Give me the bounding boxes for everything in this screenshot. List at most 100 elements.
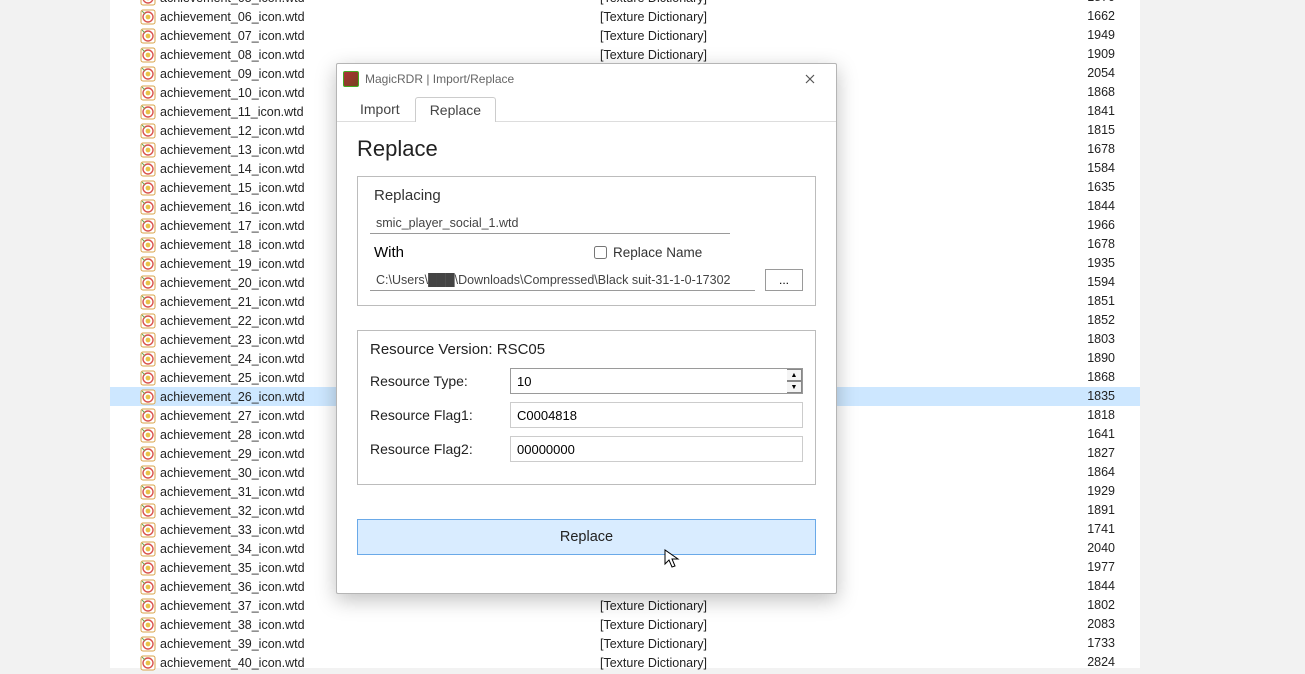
file-size: 1662 (1035, 7, 1115, 26)
table-row[interactable]: achievement_40_icon.wtd[Texture Dictiona… (110, 653, 1140, 672)
table-row[interactable]: achievement_39_icon.wtd[Texture Dictiona… (110, 634, 1140, 653)
file-icon (140, 598, 156, 614)
file-icon (140, 427, 156, 443)
file-size: 1741 (1035, 520, 1115, 539)
file-size: 1594 (1035, 273, 1115, 292)
file-size: 1851 (1035, 292, 1115, 311)
app-icon (343, 71, 359, 87)
file-size: 1852 (1035, 311, 1115, 330)
file-size: 1818 (1035, 406, 1115, 425)
file-size: 2040 (1035, 539, 1115, 558)
file-icon (140, 313, 156, 329)
file-icon (140, 161, 156, 177)
file-size: 1815 (1035, 121, 1115, 140)
file-name: achievement_37_icon.wtd (160, 599, 600, 613)
file-size: 1802 (1035, 596, 1115, 615)
file-name: achievement_07_icon.wtd (160, 29, 600, 43)
path-field[interactable] (370, 269, 755, 291)
file-icon (140, 85, 156, 101)
replacing-label: Replacing (370, 187, 803, 204)
file-icon (140, 123, 156, 139)
file-icon (140, 104, 156, 120)
file-icon (140, 522, 156, 538)
file-icon (140, 370, 156, 386)
dialog-content: Replace Replacing With Replace Name ... … (337, 122, 836, 569)
file-icon (140, 446, 156, 462)
table-row[interactable]: achievement_08_icon.wtd[Texture Dictiona… (110, 45, 1140, 64)
table-row[interactable]: achievement_06_icon.wtd[Texture Dictiona… (110, 7, 1140, 26)
file-size: 1827 (1035, 444, 1115, 463)
table-row[interactable]: achievement_07_icon.wtd[Texture Dictiona… (110, 26, 1140, 45)
flag2-input[interactable] (510, 436, 803, 462)
dialog-titlebar[interactable]: MagicRDR | Import/Replace (337, 64, 836, 94)
file-icon (140, 636, 156, 652)
file-icon (140, 389, 156, 405)
resource-type-label: Resource Type: (370, 373, 510, 389)
file-name: achievement_05_icon.wtd (160, 0, 600, 5)
file-icon (140, 465, 156, 481)
file-icon (140, 351, 156, 367)
file-icon (140, 142, 156, 158)
file-size: 1844 (1035, 197, 1115, 216)
file-size: 1870 (1035, 0, 1115, 7)
replacing-field[interactable] (370, 212, 730, 234)
file-size: 2824 (1035, 653, 1115, 672)
dialog-title: MagicRDR | Import/Replace (365, 72, 790, 86)
file-icon (140, 541, 156, 557)
file-name: achievement_39_icon.wtd (160, 637, 600, 651)
replace-name-checkbox[interactable]: Replace Name (594, 245, 702, 260)
file-icon (140, 484, 156, 500)
file-icon (140, 560, 156, 576)
replace-name-input[interactable] (594, 246, 607, 259)
file-name: achievement_40_icon.wtd (160, 656, 600, 670)
file-size: 1733 (1035, 634, 1115, 653)
file-name: achievement_38_icon.wtd (160, 618, 600, 632)
file-icon (140, 503, 156, 519)
file-size: 1841 (1035, 102, 1115, 121)
resource-type-input[interactable] (510, 368, 803, 394)
file-icon (140, 0, 156, 6)
file-icon (140, 332, 156, 348)
file-icon (140, 9, 156, 25)
section-heading: Replace (357, 136, 816, 162)
table-row[interactable]: achievement_37_icon.wtd[Texture Dictiona… (110, 596, 1140, 615)
file-size: 1966 (1035, 216, 1115, 235)
flag1-input[interactable] (510, 402, 803, 428)
resource-version-title: Resource Version: RSC05 (370, 341, 803, 358)
file-size: 1929 (1035, 482, 1115, 501)
file-icon (140, 218, 156, 234)
tab-replace[interactable]: Replace (415, 97, 496, 122)
resource-type-stepper[interactable]: ▲ ▼ (510, 368, 803, 394)
table-row[interactable]: achievement_05_icon.wtd[Texture Dictiona… (110, 0, 1140, 7)
file-name: achievement_06_icon.wtd (160, 10, 600, 24)
close-button[interactable] (790, 65, 830, 93)
replacing-group: Replacing With Replace Name ... (357, 176, 816, 306)
size-column: 1870166219491909205418681841181516781584… (1035, 0, 1115, 672)
file-icon (140, 47, 156, 63)
spin-up-icon[interactable]: ▲ (787, 369, 802, 381)
file-size: 1803 (1035, 330, 1115, 349)
flag1-label: Resource Flag1: (370, 407, 510, 423)
file-icon (140, 294, 156, 310)
file-icon (140, 237, 156, 253)
replace-button[interactable]: Replace (357, 519, 816, 555)
file-size: 1890 (1035, 349, 1115, 368)
file-size: 1977 (1035, 558, 1115, 577)
file-size: 1641 (1035, 425, 1115, 444)
browse-button[interactable]: ... (765, 269, 803, 291)
file-icon (140, 275, 156, 291)
file-icon (140, 199, 156, 215)
tab-strip: Import Replace (337, 94, 836, 122)
file-size: 1949 (1035, 26, 1115, 45)
flag2-label: Resource Flag2: (370, 441, 510, 457)
file-size: 1635 (1035, 178, 1115, 197)
file-icon (140, 28, 156, 44)
file-name: achievement_08_icon.wtd (160, 48, 600, 62)
table-row[interactable]: achievement_38_icon.wtd[Texture Dictiona… (110, 615, 1140, 634)
file-size: 2054 (1035, 64, 1115, 83)
spin-down-icon[interactable]: ▼ (787, 381, 802, 393)
tab-import[interactable]: Import (345, 96, 415, 121)
file-icon (140, 66, 156, 82)
file-size: 1909 (1035, 45, 1115, 64)
file-size: 1868 (1035, 368, 1115, 387)
